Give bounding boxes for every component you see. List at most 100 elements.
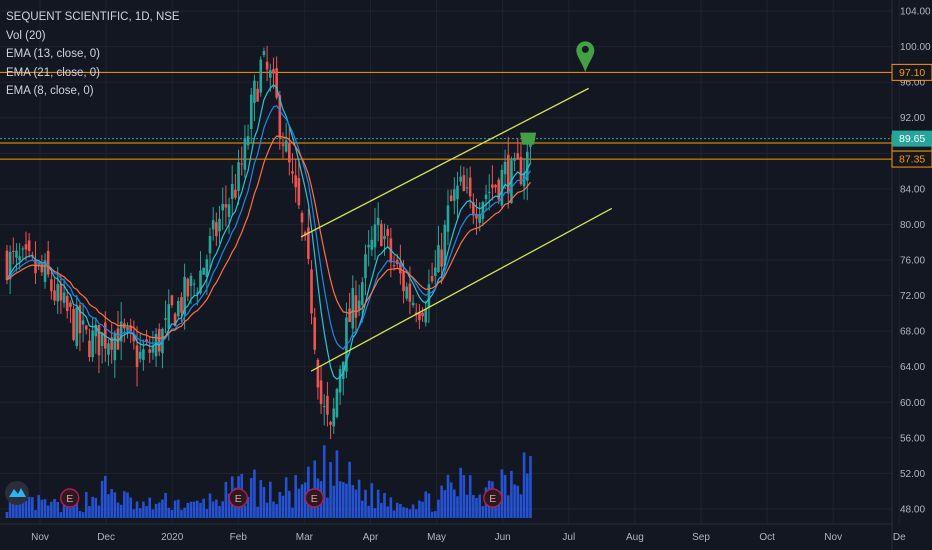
- candle-body: [354, 295, 358, 318]
- candle-body: [284, 140, 288, 152]
- volume-bar: [430, 511, 434, 518]
- tradingview-logo[interactable]: [5, 481, 29, 505]
- candle-body: [189, 275, 193, 286]
- y-tick-label: 60.00: [900, 398, 925, 409]
- legend-ema-21[interactable]: EMA (21, close, 0): [6, 64, 180, 83]
- volume-bar: [183, 507, 186, 518]
- candle-body: [322, 406, 326, 408]
- candle-body: [81, 320, 85, 325]
- volume-bar: [529, 456, 532, 518]
- volume-bar: [399, 504, 402, 518]
- volume-bar: [189, 501, 193, 518]
- volume-bar: [418, 500, 421, 518]
- x-tick-label: Sep: [692, 532, 710, 543]
- legend-ema-8[interactable]: EMA (8, close, 0): [6, 82, 180, 101]
- candle-body: [142, 349, 145, 360]
- volume-bar: [284, 477, 288, 518]
- candle-body: [446, 205, 450, 232]
- candle-body: [456, 185, 459, 200]
- volume-bar: [265, 502, 269, 518]
- candle-body: [218, 218, 221, 232]
- flag-icon[interactable]: [520, 132, 537, 145]
- candle-body: [72, 308, 75, 340]
- volume-bar: [24, 500, 28, 518]
- candle-body: [69, 302, 72, 307]
- candle-body: [126, 326, 129, 331]
- candle-body: [18, 256, 21, 261]
- candle-body: [516, 153, 520, 160]
- candle-body: [91, 330, 94, 358]
- x-tick-label: Mar: [296, 532, 314, 543]
- candle-body: [411, 302, 415, 306]
- volume-bar: [275, 504, 278, 518]
- candle-body: [113, 332, 117, 361]
- volume-bar: [421, 501, 424, 518]
- candle-body: [316, 359, 320, 388]
- price-badge-label: 89.65: [899, 133, 925, 145]
- volume-bar: [300, 484, 304, 518]
- candle-body: [376, 217, 380, 226]
- volume-bar: [281, 495, 285, 518]
- candle-body: [240, 163, 244, 165]
- volume-bar: [37, 495, 40, 518]
- candle-body: [291, 171, 294, 174]
- volume-bar: [386, 506, 389, 518]
- volume-bar: [414, 509, 418, 518]
- volume-bar: [132, 509, 136, 518]
- volume-bar: [465, 494, 469, 518]
- volume-bar: [94, 497, 98, 518]
- candle-body: [215, 222, 218, 237]
- candle-body: [386, 229, 389, 236]
- volume-bar: [100, 480, 104, 518]
- candle-body: [281, 144, 285, 146]
- legend-symbol[interactable]: SEQUENT SCIENTIFIC, 1D, NSE: [6, 8, 180, 27]
- candle-body: [164, 318, 167, 320]
- x-tick-label: Jun: [495, 532, 511, 543]
- candle-body: [75, 307, 79, 347]
- volume-bar: [332, 485, 336, 518]
- candle-body: [37, 263, 40, 265]
- volume-bar: [56, 501, 60, 518]
- candle-body: [491, 184, 494, 188]
- volume-bar: [119, 504, 123, 518]
- volume-bar: [427, 493, 431, 518]
- volume-bar: [262, 486, 266, 518]
- candle-body: [59, 283, 63, 301]
- chart-legend: SEQUENT SCIENTIFIC, 1D, NSE Vol (20) EMA…: [6, 8, 180, 101]
- candle-body: [437, 245, 440, 273]
- candle-body: [294, 175, 297, 188]
- earnings-badge-label: E: [66, 493, 73, 505]
- candle-body: [65, 295, 69, 311]
- price-badge-label: 97.10: [899, 67, 925, 79]
- volume-bar: [510, 470, 513, 518]
- earnings-badge-label: E: [311, 493, 318, 505]
- candle-body: [272, 69, 275, 74]
- candle-body: [319, 380, 323, 405]
- candle-body: [27, 240, 31, 251]
- earnings-badge-label: E: [489, 493, 496, 505]
- candle-body: [88, 340, 91, 358]
- volume-bar: [395, 502, 399, 518]
- candle-body: [186, 278, 190, 297]
- candle-body: [468, 177, 472, 197]
- legend-volume[interactable]: Vol (20): [6, 27, 180, 46]
- volume-bar: [383, 492, 386, 518]
- volume-bar: [326, 497, 329, 518]
- volume-bar: [338, 481, 342, 518]
- volume-bar: [376, 489, 380, 518]
- volume-bar: [91, 496, 94, 518]
- legend-ema-13[interactable]: EMA (13, close, 0): [6, 45, 180, 64]
- candle-body: [135, 345, 139, 368]
- volume-bar: [256, 506, 259, 518]
- candle-body: [506, 154, 510, 194]
- volume-bar: [364, 489, 367, 518]
- candle-body: [380, 223, 383, 247]
- volume-bar: [253, 469, 256, 518]
- volume-bar: [351, 485, 355, 518]
- volume-bar: [46, 505, 50, 518]
- candle-body: [433, 267, 437, 277]
- volume-bar: [78, 510, 82, 518]
- candle-body: [107, 343, 110, 355]
- volume-bar: [196, 500, 199, 518]
- volume-bar: [84, 492, 88, 518]
